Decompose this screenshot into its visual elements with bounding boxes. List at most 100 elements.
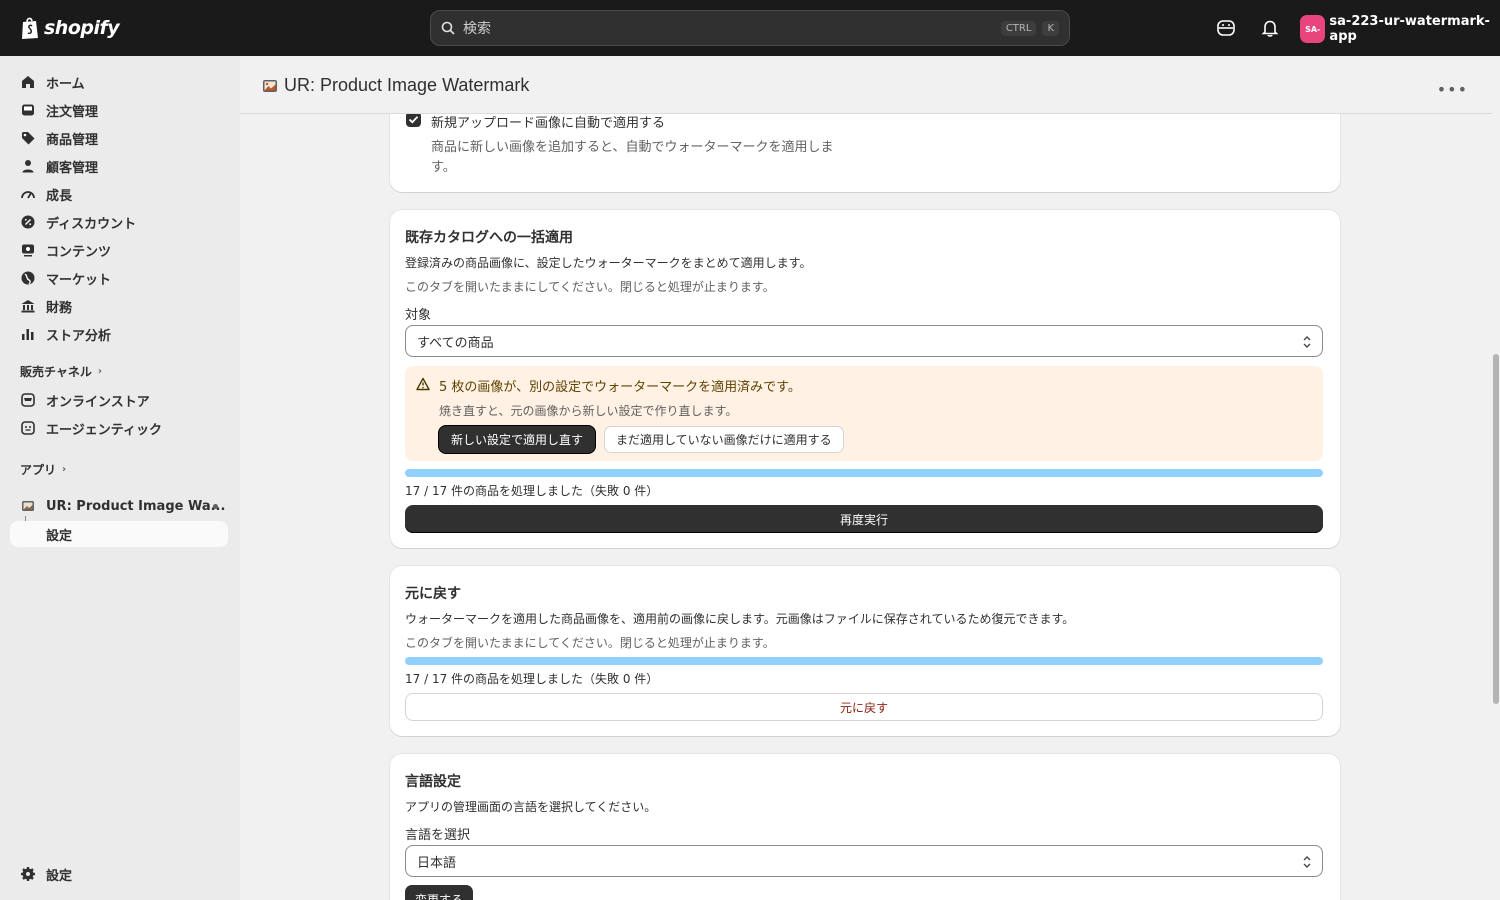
revert-progress-fill [405, 657, 1323, 665]
globe-icon [21, 271, 35, 285]
bulk-apply-card: 既存カタログへの一括適用 登録済みの商品画像に、設定したウォーターマークをまとめ… [390, 210, 1340, 548]
content-icon [22, 244, 34, 257]
shortcut-ctrl: CTRL [1000, 20, 1037, 36]
sales-channels-heading[interactable]: 販売チャネル › [20, 363, 102, 380]
sidebar-item-products[interactable]: 商品管理 [10, 125, 228, 151]
revert-title: 元に戻す [405, 586, 461, 602]
apps-heading[interactable]: アプリ › [20, 461, 66, 478]
sidebar-item-settings[interactable]: 設定 [10, 861, 228, 887]
inbox-icon [22, 104, 34, 116]
avatar: SA- [1300, 15, 1326, 43]
tag-icon [22, 132, 35, 145]
auto-apply-label[interactable]: 新規アップロード画像に自動で適用する [431, 112, 665, 131]
sidebar-item-customers[interactable]: 顧客管理 [10, 153, 228, 179]
bulk-apply-title: 既存カタログへの一括適用 [405, 230, 573, 246]
logo-text: shopify [44, 17, 120, 39]
scrollbar[interactable] [1492, 114, 1500, 900]
sidebar-item-label: エージェンティック [46, 422, 162, 438]
scrollbar-thumb[interactable] [1493, 354, 1499, 704]
sidebar-item-label: 成長 [46, 188, 73, 204]
shortcut-k: K [1042, 20, 1059, 36]
language-description: アプリの管理画面の言語を選択してください。 [405, 800, 657, 814]
sidebar-item-agentic[interactable]: エージェンティック [10, 415, 228, 441]
revert-card: 元に戻す ウォーターマークを適用した商品画像を、適用前の画像に戻します。元画像は… [390, 566, 1340, 736]
sidebar-item-label: 顧客管理 [46, 160, 99, 176]
auto-apply-checkbox[interactable] [406, 112, 421, 127]
language-title: 言語設定 [405, 774, 461, 790]
bulk-apply-note: このタブを開いたままにしてください。閉じると処理が止まります。 [405, 280, 775, 294]
main-content: 新規アップロード画像に自動で適用する 商品に新しい画像を追加すると、自動でウォー… [240, 56, 1500, 900]
sidebar-item-label: 商品管理 [46, 132, 99, 148]
sidebar-item-label: オンラインストア [46, 394, 150, 410]
change-language-button[interactable]: 変更する [405, 885, 474, 900]
search-input[interactable]: 検索 [463, 18, 995, 38]
sidebar-item-label: ホーム [46, 76, 85, 92]
page-title: UR: Product Image Watermark [284, 75, 530, 95]
search-bar[interactable]: 検索 CTRL K [430, 10, 1070, 46]
language-select-label: 言語を選択 [405, 828, 471, 843]
chart-icon [22, 329, 34, 340]
pin-indicator [213, 503, 218, 509]
sidebar-item-online-store[interactable]: オンラインストア [10, 387, 228, 413]
sidebar-item-finance[interactable]: 財務 [10, 293, 228, 319]
discount-icon [21, 215, 35, 229]
sidebar-item-discounts[interactable]: ディスカウント [10, 209, 228, 235]
language-select[interactable]: 日本語 [405, 845, 1323, 877]
auto-apply-help-line1: 商品に新しい画像を追加すると、自動でウォーターマークを適用しま [431, 140, 834, 155]
sidebar-item-label: ディスカウント [46, 216, 137, 232]
bell-icon[interactable] [1260, 18, 1280, 38]
reapply-new-settings-button[interactable]: 新しい設定で適用し直す [439, 426, 596, 453]
sidebar-item-markets[interactable]: マーケット [10, 265, 228, 291]
bulk-progress-bar [405, 469, 1323, 477]
shopify-logo[interactable]: shopify [20, 15, 120, 41]
sidebar: ホーム 注文管理 商品管理 顧客管理 成長 ディスカウント コンテンツ マーケッ… [0, 56, 240, 900]
sidekick-icon[interactable] [1216, 18, 1236, 38]
revert-progress-text: 17 / 17 件の商品を処理しました（失敗 0 件） [405, 672, 659, 686]
sidebar-item-label: マーケット [46, 272, 112, 288]
agent-icon [21, 421, 35, 435]
sidebar-item-label: ストア分析 [46, 328, 112, 344]
apply-unapplied-only-button[interactable]: まだ適用していない画像だけに適用する [604, 426, 844, 453]
app-title-bar: UR: Product Image Watermark ••• [240, 56, 1492, 114]
search-icon [441, 21, 455, 35]
sidebar-item-home[interactable]: ホーム [10, 69, 228, 95]
store-name: sa-223-ur-watermark-app [1329, 14, 1490, 44]
gauge-icon [21, 191, 35, 199]
sidebar-item-orders[interactable]: 注文管理 [10, 97, 228, 123]
checkmark-icon [408, 116, 419, 124]
sales-channels-label: 販売チャネル [20, 365, 92, 379]
target-label: 対象 [405, 308, 432, 323]
rerun-button[interactable]: 再度実行 [405, 505, 1323, 533]
sidebar-item-label: 設定 [46, 868, 73, 884]
language-card: 言語設定 アプリの管理画面の言語を選択してください。 言語を選択 日本語 変更す… [390, 754, 1340, 900]
revert-progress-bar [405, 657, 1323, 665]
store-icon [21, 393, 35, 407]
warning-banner-title: 5 枚の画像が、別の設定でウォーターマークを適用済みです。 [439, 380, 801, 395]
top-bar: shopify 検索 CTRL K SA- sa-223-ur-watermar… [0, 0, 1500, 56]
warning-icon [416, 377, 430, 391]
bulk-progress-text: 17 / 17 件の商品を処理しました（失敗 0 件） [405, 484, 659, 498]
sidebar-item-content[interactable]: コンテンツ [10, 237, 228, 263]
revert-button[interactable]: 元に戻す [405, 693, 1323, 721]
sidebar-item-label: 注文管理 [46, 104, 99, 120]
sidebar-item-watermark-app[interactable]: UR: Product Image Wa... [10, 493, 228, 519]
bank-icon [21, 300, 35, 313]
warning-banner: 5 枚の画像が、別の設定でウォーターマークを適用済みです。 焼き直すと、元の画像… [405, 366, 1323, 461]
sidebar-item-label: 設定 [46, 528, 73, 544]
sidebar-item-label: UR: Product Image Wa... [46, 498, 226, 514]
more-options-icon[interactable]: ••• [1437, 80, 1468, 99]
select-arrows-icon [1303, 856, 1311, 868]
sidebar-item-growth[interactable]: 成長 [10, 181, 228, 207]
sidebar-item-app-settings[interactable]: 設定 [10, 521, 228, 547]
sidebar-item-label: コンテンツ [46, 244, 112, 260]
account-menu[interactable]: SA- sa-223-ur-watermark-app [1300, 14, 1500, 44]
chevron-right-icon: › [97, 366, 103, 377]
chevron-right-icon: › [62, 464, 67, 475]
warning-banner-text: 焼き直すと、元の画像から新しい設定で作り直します。 [439, 404, 738, 418]
target-select[interactable]: すべての商品 [405, 325, 1323, 357]
app-icon [22, 501, 34, 511]
select-arrows-icon [1303, 336, 1311, 348]
app-icon [263, 80, 277, 92]
sidebar-item-analytics[interactable]: ストア分析 [10, 321, 228, 347]
shopify-bag-icon [22, 17, 38, 39]
